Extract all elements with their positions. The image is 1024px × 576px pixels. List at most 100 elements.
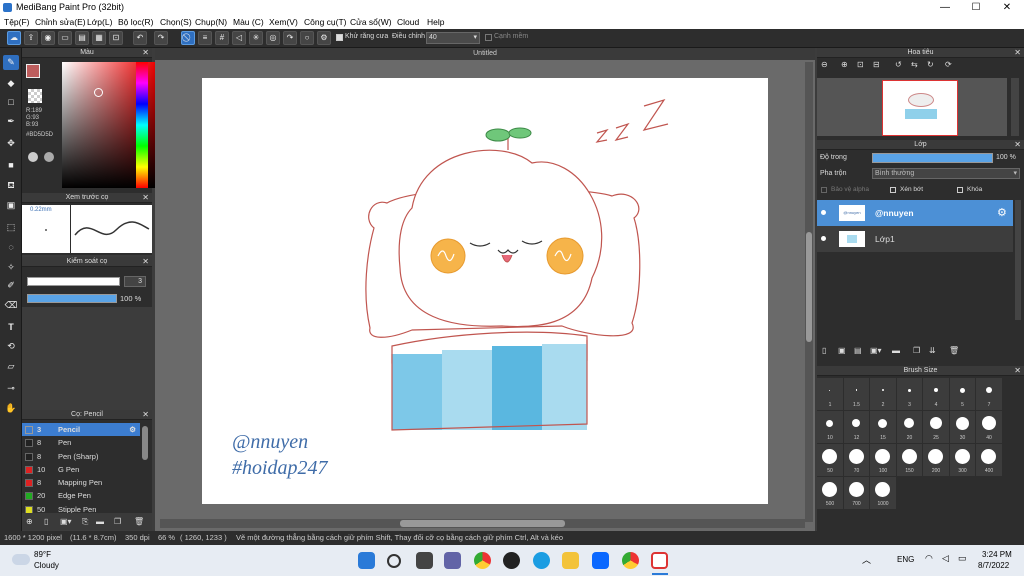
ellipse-snap-icon[interactable]: ○	[300, 31, 314, 45]
duplicate-layer-icon[interactable]: ❐	[913, 343, 920, 359]
select-pen-icon[interactable]: ✐	[3, 278, 19, 293]
transparent-swatch[interactable]	[28, 89, 42, 103]
eye-icon[interactable]	[821, 210, 826, 215]
protect-alpha-checkbox[interactable]	[821, 187, 827, 193]
antialias-checkbox[interactable]	[336, 34, 343, 41]
divide-tool-icon[interactable]: ▱	[3, 359, 19, 374]
speech-icon[interactable]: ▭	[58, 31, 72, 45]
file-explorer-icon[interactable]	[562, 552, 579, 569]
parallel-snap-icon[interactable]: ≡	[198, 31, 212, 45]
search-icon[interactable]	[387, 554, 401, 568]
clipping-checkbox[interactable]	[890, 187, 896, 193]
new-brush-icon[interactable]: ▯	[44, 513, 48, 530]
folder-icon[interactable]: ▬	[892, 343, 900, 359]
zoom-in-icon[interactable]: ⊕	[841, 60, 848, 69]
brush-size-slider[interactable]	[27, 277, 120, 286]
brush-size-cell[interactable]: 10	[817, 411, 843, 443]
crop-icon[interactable]: ⊡	[109, 31, 123, 45]
close-icon[interactable]: ✕	[1014, 366, 1021, 376]
brush-size-cell[interactable]: 700	[843, 477, 869, 509]
brush-size-field[interactable]: 3	[124, 276, 146, 287]
new-layer-icon[interactable]: ▯	[822, 343, 826, 359]
close-icon[interactable]: ✕	[1014, 48, 1021, 58]
select-tool-icon[interactable]: ⬚	[3, 220, 19, 235]
trash-icon[interactable]: 🗑	[949, 343, 959, 359]
lasso-tool-icon[interactable]: ◌	[3, 240, 19, 255]
brush-item-stipple-pen[interactable]: 50 Stipple Pen	[22, 503, 140, 513]
cloud-icon[interactable]: ☁	[7, 31, 21, 45]
add-layer-menu-icon[interactable]: ▣▾	[870, 343, 882, 359]
snap-off-icon[interactable]: ⃠	[181, 31, 195, 45]
brush-size-cell[interactable]: 400	[976, 444, 1002, 476]
bucket-tool-icon[interactable]: ⛾	[3, 178, 19, 193]
trash-icon[interactable]: 🗑	[134, 513, 144, 530]
brush-size-cell[interactable]: 30	[949, 411, 975, 443]
pen-tool-icon[interactable]: ✒	[3, 114, 19, 129]
gear-icon[interactable]: ⚙	[317, 31, 331, 45]
layer-list-scrollbar[interactable]	[1015, 200, 1021, 320]
menu-help[interactable]: Help	[427, 15, 444, 29]
gear-icon[interactable]: ⚙	[997, 206, 1007, 219]
layer-item-nnuyen[interactable]: @nnuyen @nnuyen ⚙	[817, 200, 1013, 226]
hue-slider[interactable]	[136, 62, 148, 188]
new-halftone-layer-icon[interactable]: ▣	[838, 343, 846, 359]
duplicate-icon[interactable]: ❐	[114, 513, 121, 530]
hand-tool-icon[interactable]: ✋	[3, 401, 19, 416]
chevron-up-icon[interactable]: ︿	[862, 553, 871, 566]
magic-wand-icon[interactable]: ✧	[3, 260, 19, 275]
flip-icon[interactable]: ⇆	[911, 60, 918, 69]
soft-edge-checkbox[interactable]	[485, 34, 492, 41]
menu-edit[interactable]: Chỉnh sửa(E)	[35, 15, 86, 29]
edge-icon[interactable]	[533, 552, 550, 569]
brush-size-cell[interactable]: 150	[896, 444, 922, 476]
menu-filter[interactable]: Bộ lọc(R)	[118, 15, 153, 29]
brush-item-mapping-pen[interactable]: 8 Mapping Pen	[22, 476, 140, 489]
menu-capture[interactable]: Chụp(N)	[195, 15, 227, 29]
brush-size-cell[interactable]: 70	[843, 444, 869, 476]
battery-icon[interactable]: ▭	[958, 553, 967, 564]
brush-size-cell[interactable]: 1000	[870, 477, 896, 509]
horizontal-scrollbar-thumb[interactable]	[400, 520, 565, 527]
brush-size-cell[interactable]: 40	[976, 411, 1002, 443]
dell-icon[interactable]	[503, 552, 520, 569]
close-icon[interactable]: ✕	[142, 48, 149, 58]
windows-start-icon[interactable]	[358, 552, 375, 569]
circle-snap-icon[interactable]: ◎	[266, 31, 280, 45]
chrome-icon[interactable]	[474, 552, 491, 569]
brush-size-cell[interactable]: 7	[976, 378, 1002, 410]
palette-icon[interactable]	[44, 152, 54, 162]
brush-size-cell[interactable]: 500	[817, 477, 843, 509]
close-icon[interactable]: ✕	[142, 193, 149, 203]
folder-icon[interactable]: ▬	[96, 513, 104, 530]
clock-date[interactable]: 8/7/2022	[978, 561, 1009, 570]
text-tool-icon[interactable]: T	[3, 320, 19, 335]
lock-checkbox[interactable]	[957, 187, 963, 193]
menu-color[interactable]: Màu (C)	[233, 15, 264, 29]
actual-size-icon[interactable]: ⊟	[873, 60, 880, 69]
menu-view[interactable]: Xem(V)	[269, 15, 298, 29]
brush-size-cell[interactable]: 1	[817, 378, 843, 410]
close-icon[interactable]: ✕	[1014, 140, 1021, 150]
primary-color-swatch[interactable]	[26, 64, 40, 78]
copy-brush-icon[interactable]: ⎘	[82, 513, 88, 530]
rotate-right-icon[interactable]: ↻	[927, 60, 934, 69]
canvas-tab[interactable]: Untitled	[155, 48, 815, 60]
navigator-scrollbar[interactable]	[1011, 78, 1019, 136]
new-8bit-layer-icon[interactable]: ▤	[854, 343, 862, 359]
rect-tool-icon[interactable]: □	[3, 95, 19, 110]
merge-layer-icon[interactable]: ⇊	[929, 343, 936, 359]
language-indicator[interactable]: ENG	[897, 555, 914, 564]
minimize-button[interactable]: —	[930, 0, 960, 15]
brush-item-g-pen[interactable]: 10 G Pen	[22, 463, 140, 476]
menu-layer[interactable]: Lớp(L)	[87, 15, 112, 29]
menu-file[interactable]: Tệp(F)	[4, 15, 30, 29]
layer-item-lop1[interactable]: Lớp1	[817, 226, 1013, 252]
fit-icon[interactable]: ⊡	[857, 60, 864, 69]
add-brush-icon[interactable]: ⊕	[26, 513, 33, 530]
color-wheel-icon[interactable]	[28, 152, 38, 162]
brush-item-pencil[interactable]: 3 Pencil ⚙	[22, 423, 140, 437]
brush-list-scrollbar[interactable]	[142, 426, 148, 460]
eye-icon[interactable]	[821, 236, 826, 241]
teams-icon[interactable]	[444, 552, 461, 569]
brush-size-cell[interactable]: 200	[923, 444, 949, 476]
